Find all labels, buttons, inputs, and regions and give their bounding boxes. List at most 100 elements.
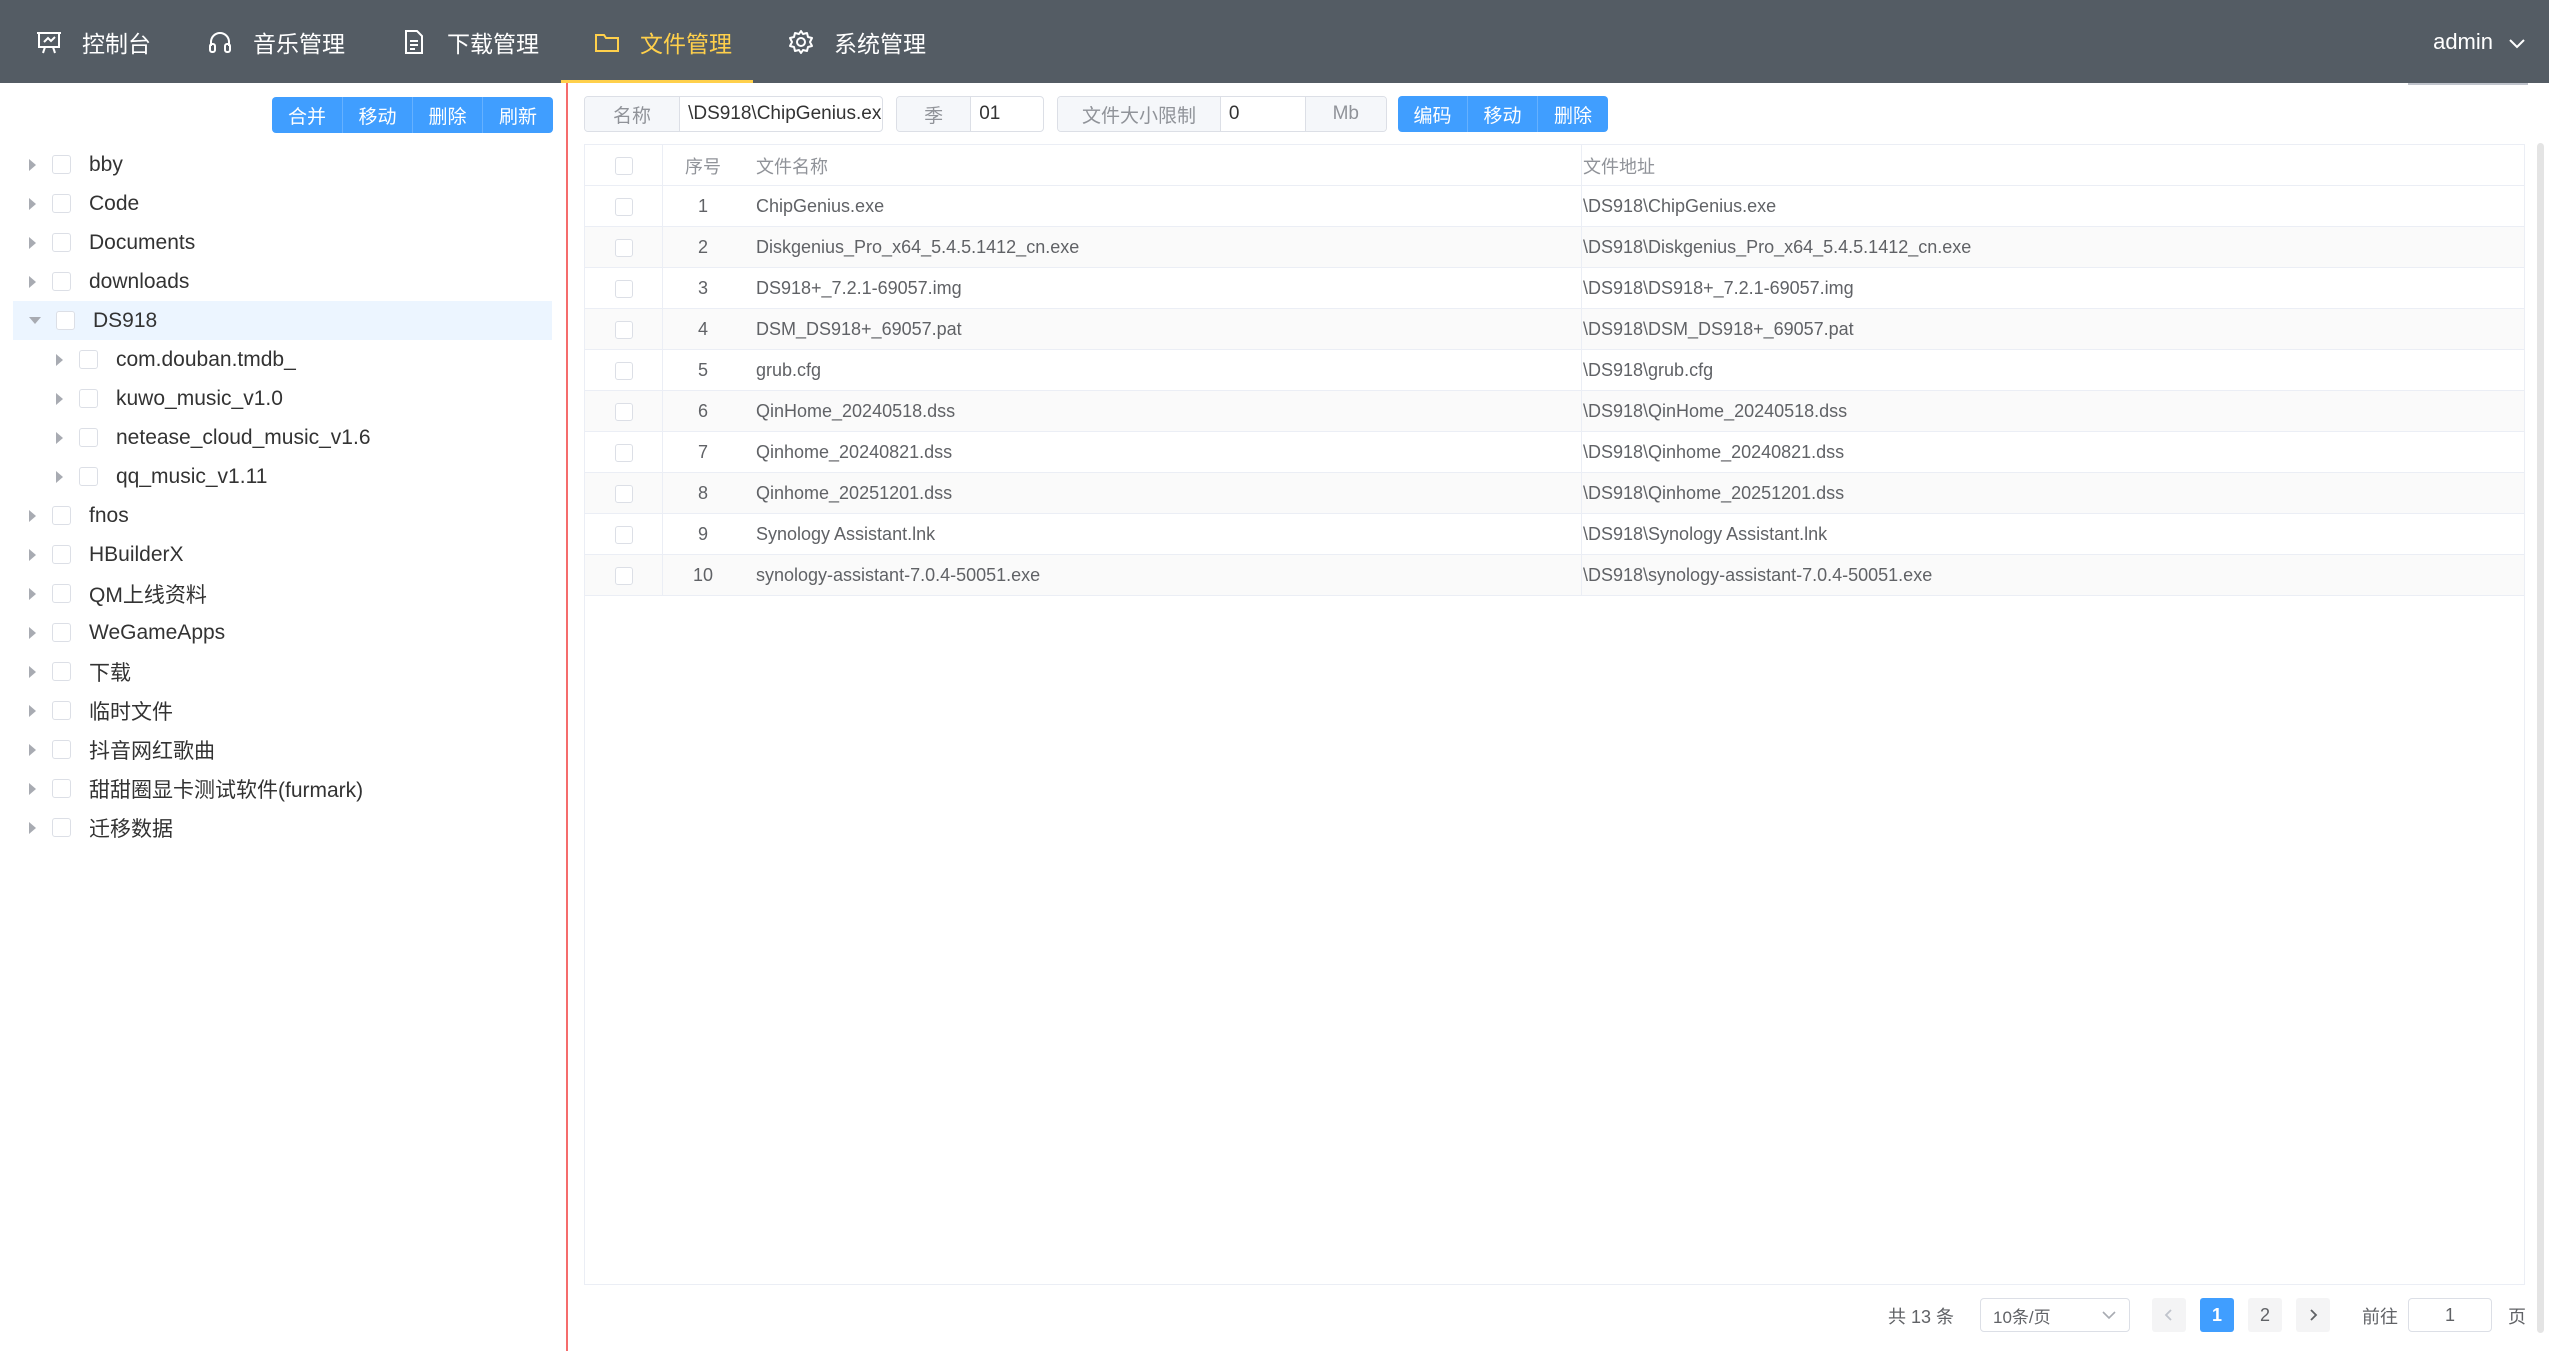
tree-node-download-cn[interactable]: 下载: [0, 652, 552, 691]
move-button[interactable]: 移动: [343, 97, 413, 133]
tree-checkbox[interactable]: [52, 701, 71, 720]
caret-right-icon[interactable]: [29, 197, 36, 210]
tree-checkbox[interactable]: [52, 272, 71, 291]
nav-item-dashboard[interactable]: 控制台: [34, 0, 151, 83]
tree-checkbox[interactable]: [79, 350, 98, 369]
season-filter-input[interactable]: 01: [971, 97, 1043, 131]
caret-down-icon[interactable]: [29, 317, 41, 324]
tree-node-qm[interactable]: QM上线资料: [0, 574, 552, 613]
row-checkbox[interactable]: [614, 484, 633, 503]
refresh-button[interactable]: 刷新: [483, 97, 553, 133]
select-all-checkbox[interactable]: [614, 156, 633, 175]
tree-node-child[interactable]: kuwo_music_v1.0: [0, 379, 552, 418]
goto-page-input[interactable]: 1: [2408, 1298, 2492, 1332]
name-filter-input[interactable]: \DS918\ChipGenius.ex: [680, 97, 882, 131]
page-button-1[interactable]: 1: [2200, 1298, 2234, 1332]
prev-page-button[interactable]: [2152, 1298, 2186, 1332]
table-row[interactable]: 9 Synology Assistant.lnk \DS918\Synology A…: [585, 514, 2524, 555]
nav-item-music[interactable]: 音乐管理: [205, 0, 345, 83]
tree-checkbox[interactable]: [79, 467, 98, 486]
table-row[interactable]: 1 ChipGenius.exe \DS918\ChipGenius.exe: [585, 186, 2524, 227]
table-row[interactable]: 8 Qinhome_20251201.dss \DS918\Qinhome_2025…: [585, 473, 2524, 514]
caret-right-icon[interactable]: [56, 392, 63, 405]
tree-node-code[interactable]: Code: [0, 184, 552, 223]
tree-checkbox[interactable]: [52, 584, 71, 603]
row-checkbox[interactable]: [614, 320, 633, 339]
tree-node-child[interactable]: netease_cloud_music_v1.6: [0, 418, 552, 457]
caret-right-icon[interactable]: [56, 431, 63, 444]
user-menu[interactable]: admin: [2433, 0, 2525, 83]
nav-item-system[interactable]: 系统管理: [786, 0, 926, 83]
tree-node-downloads[interactable]: downloads: [0, 262, 552, 301]
row-checkbox[interactable]: [614, 238, 633, 257]
tree-checkbox[interactable]: [52, 623, 71, 642]
tree-checkbox[interactable]: [79, 428, 98, 447]
delete-files-button[interactable]: 删除: [1538, 96, 1608, 132]
row-checkbox[interactable]: [614, 361, 633, 380]
table-row[interactable]: 6 QinHome_20240518.dss \DS918\QinHome_2024…: [585, 391, 2524, 432]
tree-checkbox[interactable]: [52, 662, 71, 681]
tree-node-ds918[interactable]: DS918: [13, 301, 552, 340]
tree-node-wegameapps[interactable]: WeGameApps: [0, 613, 552, 652]
row-checkbox[interactable]: [614, 566, 633, 585]
tree-node-furmark[interactable]: 甜甜圈显卡测试软件(furmark): [0, 769, 552, 808]
file-action-group: 编码 移动 删除: [1398, 96, 1608, 132]
tree-node-temp[interactable]: 临时文件: [0, 691, 552, 730]
caret-right-icon[interactable]: [56, 470, 63, 483]
caret-right-icon[interactable]: [29, 587, 36, 600]
tree-node-bby[interactable]: bby: [0, 145, 552, 184]
encode-button[interactable]: 编码: [1398, 96, 1468, 132]
tree-checkbox[interactable]: [52, 740, 71, 759]
tree-checkbox[interactable]: [52, 233, 71, 252]
merge-button[interactable]: 合并: [272, 97, 343, 133]
row-checkbox[interactable]: [614, 279, 633, 298]
delete-button[interactable]: 删除: [413, 97, 483, 133]
caret-right-icon[interactable]: [56, 353, 63, 366]
tree-node-documents[interactable]: Documents: [0, 223, 552, 262]
table-row[interactable]: 5 grub.cfg \DS918\grub.cfg: [585, 350, 2524, 391]
caret-right-icon[interactable]: [29, 626, 36, 639]
caret-right-icon[interactable]: [29, 236, 36, 249]
row-checkbox[interactable]: [614, 197, 633, 216]
page-size-select[interactable]: 10条/页: [1980, 1298, 2130, 1332]
vertical-scrollbar[interactable]: [2537, 143, 2544, 1333]
caret-right-icon[interactable]: [29, 782, 36, 795]
caret-right-icon[interactable]: [29, 158, 36, 171]
tree-node-child[interactable]: com.douban.tmdb_: [0, 340, 552, 379]
tree-node-douyin[interactable]: 抖音网红歌曲: [0, 730, 552, 769]
tree-checkbox[interactable]: [56, 311, 75, 330]
move-files-button[interactable]: 移动: [1468, 96, 1538, 132]
nav-item-downloads[interactable]: 下载管理: [399, 0, 539, 83]
size-limit-input[interactable]: 0: [1221, 97, 1305, 131]
tree-node-hbuilderx[interactable]: HBuilderX: [0, 535, 552, 574]
tree-checkbox[interactable]: [52, 506, 71, 525]
caret-right-icon[interactable]: [29, 743, 36, 756]
table-row[interactable]: 3 DS918+_7.2.1-69057.img \DS918\DS918+_7.2…: [585, 268, 2524, 309]
row-checkbox[interactable]: [614, 443, 633, 462]
caret-right-icon[interactable]: [29, 548, 36, 561]
tree-checkbox[interactable]: [52, 194, 71, 213]
tree-node-migration[interactable]: 迁移数据: [0, 808, 552, 847]
tree-node-fnos[interactable]: fnos: [0, 496, 552, 535]
tree-checkbox[interactable]: [52, 818, 71, 837]
page-button-2[interactable]: 2: [2248, 1298, 2282, 1332]
nav-item-files[interactable]: 文件管理: [592, 0, 732, 83]
caret-right-icon[interactable]: [29, 275, 36, 288]
panel-splitter[interactable]: [566, 83, 568, 1351]
next-page-button[interactable]: [2296, 1298, 2330, 1332]
tree-checkbox[interactable]: [52, 545, 71, 564]
tree-checkbox[interactable]: [52, 779, 71, 798]
tree-node-child[interactable]: qq_music_v1.11: [0, 457, 552, 496]
table-row[interactable]: 7 Qinhome_20240821.dss \DS918\Qinhome_2024…: [585, 432, 2524, 473]
table-row[interactable]: 10 synology-assistant-7.0.4-50051.exe \DS9…: [585, 555, 2524, 596]
table-row[interactable]: 4 DSM_DS918+_69057.pat \DS918\DSM_DS918+_6…: [585, 309, 2524, 350]
table-row[interactable]: 2 Diskgenius_Pro_x64_5.4.5.1412_cn.exe \DS…: [585, 227, 2524, 268]
caret-right-icon[interactable]: [29, 509, 36, 522]
tree-checkbox[interactable]: [52, 155, 71, 174]
row-checkbox[interactable]: [614, 402, 633, 421]
caret-right-icon[interactable]: [29, 821, 36, 834]
tree-checkbox[interactable]: [79, 389, 98, 408]
caret-right-icon[interactable]: [29, 665, 36, 678]
caret-right-icon[interactable]: [29, 704, 36, 717]
row-checkbox[interactable]: [614, 525, 633, 544]
